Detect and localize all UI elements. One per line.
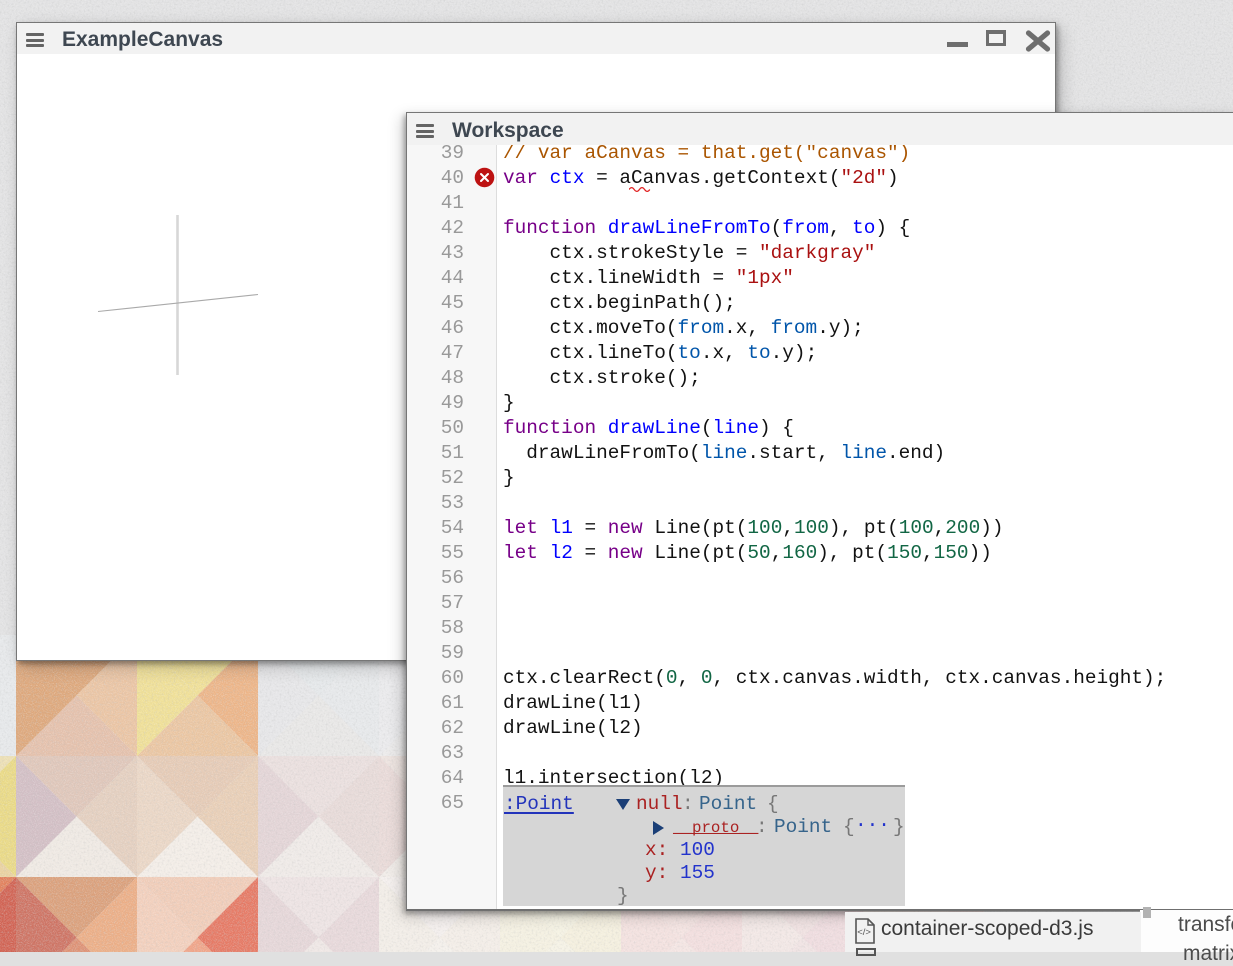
svg-text:</>: </> <box>857 927 871 938</box>
